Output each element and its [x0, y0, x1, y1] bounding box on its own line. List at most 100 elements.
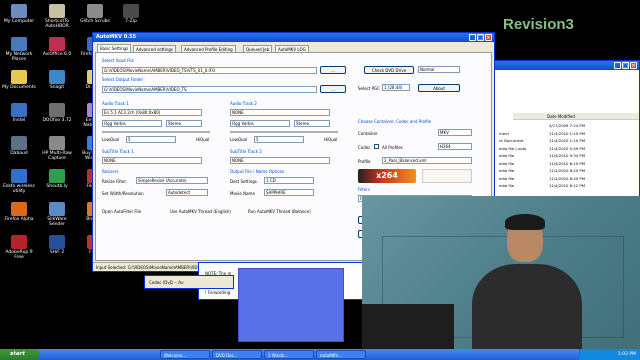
codec-window-title: Codec (DvD -- Au — [149, 280, 184, 285]
explorer-row-name[interactable]: ment — [499, 131, 509, 136]
desktop-icon[interactable]: My Network Places — [2, 37, 36, 62]
desktop-icon[interactable]: DOOfoo 3.72 — [40, 103, 74, 123]
all-profiles-checkbox[interactable] — [374, 144, 379, 149]
desktop-icon[interactable]: SHiF 2 — [40, 235, 74, 255]
use-thread-link[interactable]: Use AutoMKV Thread (English) — [170, 209, 231, 214]
desktop-icon-label: My Documents — [2, 85, 36, 90]
explorer-row-name[interactable]: edia file (.vob) — [499, 146, 526, 151]
audio-quality-2-field[interactable]: 5 — [254, 136, 304, 143]
desktop-icon-label: 7-Zip — [125, 19, 137, 24]
codec-label: Codec — [358, 145, 371, 150]
desktop-icon[interactable]: Dabaud — [2, 136, 36, 156]
browse-output-button[interactable]: ... — [320, 85, 346, 93]
desktop-icon[interactable]: Glitch Scrubs — [78, 4, 112, 24]
audio-track-1-label: Audio Track 1 — [102, 101, 129, 106]
taskbar-item[interactable]: Welcome... — [160, 350, 210, 359]
close-icon[interactable]: × — [630, 62, 637, 69]
desktop-icon[interactable]: Snagit — [40, 70, 74, 90]
movie-name-field[interactable]: SAPPHIRE — [264, 189, 314, 196]
resize-filter-select[interactable]: SimpleResize (Accurate) — [136, 177, 208, 184]
explorer-row-name[interactable]: edia file — [499, 176, 514, 181]
codec-select[interactable]: H264 — [438, 143, 472, 150]
explorer-row-date: 11/4/2010 8:12 PM — [549, 183, 585, 188]
brand-logo-text: Revision3 — [503, 16, 574, 33]
desktop: My Computer My Network Places My Documents… — [0, 0, 640, 360]
audio-track-1-select[interactable]: En 5.1 AC3 2ch (0x80:0x80) — [102, 109, 202, 116]
start-label: start — [10, 351, 25, 357]
desktop-icon[interactable]: SilkWare Sender — [40, 202, 74, 227]
dest-settings-label: Dest Settings — [230, 179, 257, 184]
explorer-row-name[interactable]: edia file — [499, 183, 514, 188]
audio-mode-1-select[interactable]: Stereo — [166, 120, 202, 127]
container-label: Container — [358, 131, 378, 136]
maximize-icon[interactable]: □ — [477, 34, 484, 41]
desktop-icon-label: Inntel — [12, 118, 26, 123]
desktop-icon[interactable]: Firefox Alpha — [2, 202, 36, 222]
app-icon — [49, 103, 65, 117]
taskbar-item[interactable]: AutoMKV... — [316, 350, 366, 359]
explorer-row-date: 11/4/2010 5:49 PM — [549, 145, 585, 151]
profile-select[interactable]: 2_Pass_Balanced.xml — [382, 157, 472, 164]
explorer-row-date: 11/4/2010 8:40 PM — [549, 175, 585, 181]
minimize-icon[interactable]: _ — [614, 62, 621, 69]
taskbar-item[interactable]: DVD Dec... — [212, 350, 262, 359]
output-folder-field[interactable]: G:\VIDEOS\MovieName\AMBER\VIDEO_TS — [102, 86, 317, 93]
open-autofilter-link[interactable]: Open AutoFilter File — [102, 209, 141, 214]
codec-window[interactable]: Codec (DvD -- Au — [144, 275, 234, 289]
desktop-icon[interactable]: My Documents — [2, 70, 36, 90]
subtitle-track-1-select[interactable]: NONE — [102, 157, 202, 164]
input-file-field[interactable]: G:\VIDEOS\MovieName\AMBER\VIDEO_TS\VTS_0… — [102, 67, 317, 74]
desktop-icon-label: SHiF 2 — [49, 250, 65, 255]
audio-codec-1-select[interactable]: Ogg Vorbis — [102, 120, 162, 127]
desktop-icon[interactable]: My Computer — [2, 4, 36, 24]
minimize-icon[interactable]: _ — [469, 34, 476, 41]
desktop-icon[interactable]: 7-Zip — [114, 4, 148, 24]
desktop-icon[interactable]: ShortcutTo AutoHBOR — [40, 4, 74, 29]
desktop-icon[interactable]: Eskfo wireless utility — [2, 169, 36, 194]
about-button[interactable]: About — [418, 84, 460, 92]
explorer-row-name[interactable]: edia file — [499, 161, 514, 166]
audio-quality-1-slider[interactable] — [102, 131, 210, 133]
check-dvd-button[interactable]: Check DVD Drive — [364, 66, 414, 74]
audio-quality-1-field[interactable]: 5 — [126, 136, 176, 143]
taskbar-item[interactable]: 3 Windo... — [264, 350, 314, 359]
person-body — [472, 264, 582, 360]
start-button[interactable]: start — [0, 349, 40, 360]
desktop-icon[interactable]: Shoutb.ly — [40, 169, 74, 189]
browse-input-button[interactable]: ... — [320, 66, 346, 74]
automkv-titlebar[interactable]: AutoMKV 0.55 _ □ × — [93, 33, 494, 42]
run-thread-link[interactable]: Run AutoMKV Thread (Balance) — [248, 209, 311, 214]
audio-track-2-select[interactable]: NONE — [230, 109, 330, 116]
desktop-icon[interactable]: Inntel — [2, 103, 36, 123]
pgc-select[interactable]: 1 (28:44) — [382, 84, 410, 91]
desktop-icon[interactable]: HP Multi-Raw Capture — [40, 136, 74, 161]
audio-mode-2-select[interactable]: Stereo — [294, 120, 330, 127]
desktop-icon-label: SilkWare Sender — [47, 217, 67, 227]
dest-settings-select[interactable]: 1 CD — [264, 177, 314, 184]
app-icon — [11, 103, 27, 117]
movie-name-label: Movie Name — [230, 191, 255, 196]
container-select[interactable]: MKV — [438, 129, 472, 136]
explorer-header[interactable]: Date Modified — [513, 113, 639, 120]
subtitle-track-2-select[interactable]: NONE — [230, 157, 330, 164]
audio-codec-2-select[interactable]: Ogg Vorbis — [230, 120, 290, 127]
brand-logo: Revision3 — [503, 16, 574, 33]
select-output-label: Select Output Folder — [102, 77, 144, 82]
low-qual-label-2: LowQual — [230, 137, 248, 142]
desktop-icon-label: Dabaud — [10, 151, 28, 156]
vlc-logo — [422, 169, 472, 183]
explorer-row-name[interactable]: edia file — [499, 168, 514, 173]
close-icon[interactable]: × — [485, 34, 492, 41]
resize-filter-label: Resize Filter: — [102, 179, 128, 184]
app-icon — [49, 169, 65, 183]
audio-quality-2-slider[interactable] — [230, 131, 338, 133]
desktop-icon[interactable]: AdobeRup 9 Free — [2, 235, 36, 260]
explorer-row-name[interactable]: edia file — [499, 153, 514, 158]
maximize-icon[interactable]: □ — [622, 62, 629, 69]
explorer-titlebar[interactable]: _ □ × — [493, 61, 639, 70]
deinterlace-select[interactable]: Autodetect — [166, 189, 208, 196]
drive-select[interactable]: Normal — [418, 66, 460, 73]
desktop-icon[interactable]: AviOffice 6.0 — [40, 37, 74, 57]
explorer-row-name[interactable]: nt Document — [499, 138, 524, 143]
app-icon — [11, 169, 27, 183]
